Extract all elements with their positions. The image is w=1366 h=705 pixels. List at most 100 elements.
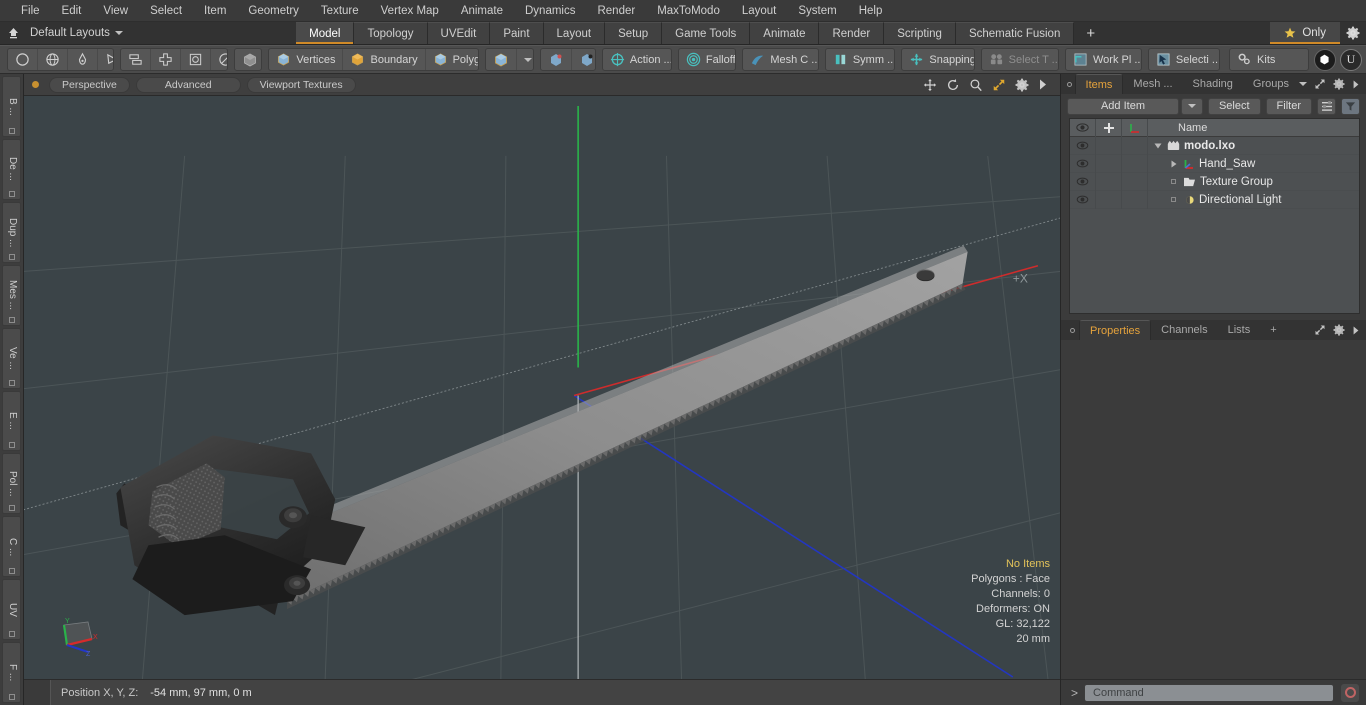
filter-button[interactable]: Filter bbox=[1265, 97, 1312, 115]
menu-item-layout[interactable]: Layout bbox=[731, 0, 788, 22]
item-tree-row[interactable]: Directional Light bbox=[1070, 190, 1359, 209]
menu-item-texture[interactable]: Texture bbox=[310, 0, 370, 22]
toolbar-option-action[interactable]: Action ... bbox=[603, 49, 671, 70]
row-axis-cell[interactable] bbox=[1122, 172, 1148, 191]
row-lock-cell[interactable] bbox=[1096, 154, 1122, 173]
left-tool-tab-4[interactable]: Ve ... bbox=[2, 327, 21, 389]
viewport-textures-button[interactable]: Viewport Textures bbox=[246, 76, 356, 93]
left-tool-tab-3[interactable]: Mes ... bbox=[2, 264, 21, 326]
circle-tool-button[interactable] bbox=[8, 49, 38, 70]
row-visibility-toggle[interactable] bbox=[1070, 154, 1096, 173]
command-input[interactable]: Command bbox=[1084, 683, 1334, 702]
only-toggle[interactable]: Only bbox=[1270, 22, 1340, 44]
menu-item-select[interactable]: Select bbox=[139, 0, 193, 22]
curve-tool-button[interactable] bbox=[98, 49, 114, 70]
menu-item-maxtomodo[interactable]: MaxToModo bbox=[646, 0, 731, 22]
left-tool-tab-5[interactable]: E ... bbox=[2, 390, 21, 452]
viewport-view-button[interactable]: Perspective bbox=[49, 76, 130, 93]
move-icon[interactable] bbox=[923, 78, 937, 92]
viewport-shading-button[interactable]: Advanced bbox=[135, 76, 241, 93]
rotate-icon[interactable] bbox=[946, 78, 960, 92]
square-target-tool-button[interactable] bbox=[181, 49, 212, 70]
menu-item-edit[interactable]: Edit bbox=[51, 0, 93, 22]
layout-tab-model[interactable]: Model bbox=[296, 22, 355, 44]
menu-item-item[interactable]: Item bbox=[193, 0, 237, 22]
mirror-tool-button[interactable] bbox=[121, 49, 152, 70]
zoom-icon[interactable] bbox=[969, 78, 983, 92]
item-mode-button[interactable] bbox=[486, 49, 517, 70]
layout-selector[interactable]: Default Layouts bbox=[26, 22, 133, 44]
row-lock-cell[interactable] bbox=[1096, 136, 1122, 155]
menu-item-view[interactable]: View bbox=[92, 0, 139, 22]
layout-settings-button[interactable] bbox=[1340, 22, 1366, 44]
left-tool-tab-2[interactable]: Dup ... bbox=[2, 201, 21, 263]
selection-mode-boundary[interactable]: Boundary bbox=[343, 49, 426, 70]
layout-tab-topology[interactable]: Topology bbox=[354, 22, 428, 44]
menu-item-help[interactable]: Help bbox=[848, 0, 894, 22]
row-axis-cell[interactable] bbox=[1122, 154, 1148, 173]
menu-item-dynamics[interactable]: Dynamics bbox=[514, 0, 586, 22]
menu-item-geometry[interactable]: Geometry bbox=[237, 0, 310, 22]
select-button[interactable]: Select bbox=[1207, 97, 1261, 115]
panel-menu-dot-icon[interactable] bbox=[1065, 320, 1079, 340]
toolbar-option-selecti[interactable]: Selecti ... bbox=[1149, 49, 1219, 70]
left-tool-tab-1[interactable]: De ... bbox=[2, 138, 21, 200]
menu-item-system[interactable]: System bbox=[787, 0, 847, 22]
toolbar-option-snapping[interactable]: Snapping bbox=[902, 49, 974, 70]
add-properties-tab-button[interactable]: + bbox=[1260, 320, 1286, 340]
pen-tool-button[interactable] bbox=[68, 49, 98, 70]
selection-mode-vertices[interactable]: Vertices bbox=[269, 49, 344, 70]
globe-tool-button[interactable] bbox=[38, 49, 68, 70]
layout-tab-game-tools[interactable]: Game Tools bbox=[662, 22, 751, 44]
layout-tab-animate[interactable]: Animate bbox=[750, 22, 820, 44]
items-tab-mesh[interactable]: Mesh ... bbox=[1123, 74, 1182, 94]
gear-icon[interactable] bbox=[1015, 78, 1029, 92]
row-visibility-toggle[interactable] bbox=[1070, 136, 1096, 155]
toolbar-option-select-t[interactable]: Select T ... bbox=[982, 49, 1058, 70]
row-lock-cell[interactable] bbox=[1096, 190, 1122, 209]
modo-ball-button[interactable] bbox=[1313, 48, 1336, 71]
gear-icon[interactable] bbox=[1333, 78, 1345, 90]
layout-tab-layout[interactable]: Layout bbox=[543, 22, 606, 44]
layout-tab-scripting[interactable]: Scripting bbox=[884, 22, 956, 44]
layout-tab-paint[interactable]: Paint bbox=[490, 22, 544, 44]
toolbar-option-falloff[interactable]: Falloff bbox=[679, 49, 735, 70]
items-tab-shading[interactable]: Shading bbox=[1183, 74, 1243, 94]
item-mode-dropdown[interactable] bbox=[517, 49, 533, 70]
layout-tab-uvedit[interactable]: UVEdit bbox=[427, 22, 491, 44]
add-item-button[interactable]: Add Item bbox=[1067, 97, 1179, 115]
items-tab-groups[interactable]: Groups bbox=[1243, 74, 1299, 94]
toolbar-option-symm[interactable]: Symm ... bbox=[826, 49, 894, 70]
menu-item-vertex-map[interactable]: Vertex Map bbox=[370, 0, 450, 22]
item-tree-row[interactable]: Hand_Saw bbox=[1070, 154, 1359, 173]
row-axis-cell[interactable] bbox=[1122, 190, 1148, 209]
add-layout-tab-button[interactable]: + bbox=[1074, 22, 1107, 44]
selection-mode-polygons[interactable]: Polygons bbox=[426, 49, 478, 70]
item-tree-row[interactable]: modo.lxo bbox=[1070, 136, 1359, 155]
row-axis-cell[interactable] bbox=[1122, 136, 1148, 155]
layout-tab-setup[interactable]: Setup bbox=[605, 22, 663, 44]
command-record-button[interactable] bbox=[1340, 682, 1360, 703]
3d-viewport[interactable]: +X No Items Polygons: Face Channels: 0 … bbox=[24, 96, 1060, 679]
layout-tab-schematic-fusion[interactable]: Schematic Fusion bbox=[955, 22, 1075, 44]
row-lock-cell[interactable] bbox=[1096, 172, 1122, 191]
solid-cube-button[interactable] bbox=[235, 49, 262, 70]
properties-tab-properties[interactable]: Properties bbox=[1079, 320, 1152, 340]
left-tool-tab-8[interactable]: UV bbox=[2, 579, 21, 641]
unreal-engine-button[interactable]: U bbox=[1339, 48, 1362, 71]
maximize-icon[interactable] bbox=[1314, 78, 1326, 90]
gear-icon[interactable] bbox=[1333, 324, 1345, 336]
properties-tab-lists[interactable]: Lists bbox=[1218, 320, 1261, 340]
arrow-right-icon[interactable] bbox=[1352, 325, 1360, 336]
expand-toggle-icon[interactable] bbox=[1152, 142, 1163, 150]
expand-toggle-icon[interactable] bbox=[1168, 160, 1179, 168]
home-layout-button[interactable] bbox=[0, 22, 26, 44]
item-tree-row[interactable]: Texture Group bbox=[1070, 172, 1359, 191]
row-visibility-toggle[interactable] bbox=[1070, 172, 1096, 191]
panel-menu-dot-icon[interactable] bbox=[1065, 74, 1075, 94]
menu-item-file[interactable]: File bbox=[10, 0, 51, 22]
menu-item-animate[interactable]: Animate bbox=[450, 0, 514, 22]
filter-funnel-button[interactable] bbox=[1341, 97, 1360, 115]
menu-item-render[interactable]: Render bbox=[586, 0, 646, 22]
list-options-button[interactable] bbox=[1317, 97, 1336, 115]
